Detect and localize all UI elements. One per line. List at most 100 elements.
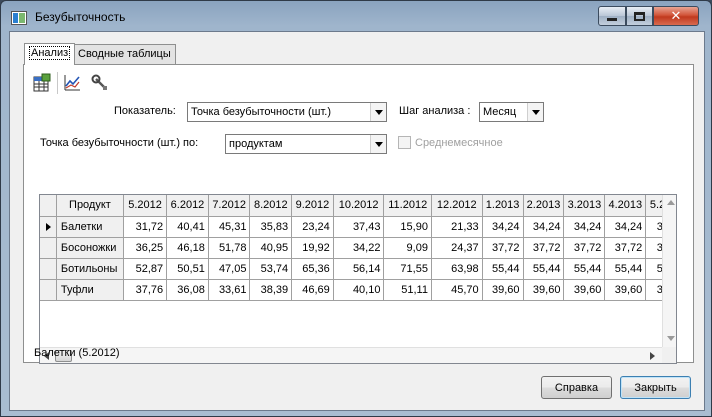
chevron-down-icon[interactable] [527, 103, 543, 121]
scroll-up-icon[interactable] [667, 200, 675, 205]
product-cell[interactable]: Туфли [56, 279, 125, 301]
help-button[interactable]: Справка [541, 376, 612, 399]
column-header[interactable]: 8.2012 [249, 195, 293, 217]
value-cell[interactable]: 39,60 [523, 279, 565, 301]
table-row[interactable]: Ботильоны 52,87 50,51 47,05 53,74 65,36 … [40, 258, 676, 280]
value-cell[interactable]: 37,72 [523, 237, 565, 259]
column-header[interactable]: 4.2013 [604, 195, 647, 217]
column-header[interactable]: 10.2012 [333, 195, 385, 217]
minimize-button[interactable] [598, 6, 626, 26]
value-cell[interactable]: 37,72 [604, 237, 647, 259]
column-header[interactable]: 6.2012 [166, 195, 209, 217]
product-cell[interactable]: Балетки [56, 216, 125, 238]
row-selector[interactable] [40, 216, 57, 238]
table-row[interactable]: Балетки 31,72 40,41 45,31 35,83 23,24 37… [40, 216, 676, 238]
value-cell[interactable]: 55,44 [604, 258, 647, 280]
value-cell[interactable]: 63,98 [431, 258, 483, 280]
column-header[interactable]: Продукт [56, 195, 125, 217]
value-cell[interactable]: 40,10 [333, 279, 385, 301]
value-cell[interactable]: 71,55 [383, 258, 432, 280]
step-select-value: Месяц [483, 106, 517, 118]
vertical-scrollbar[interactable] [662, 195, 676, 347]
close-button[interactable]: Закрыть [620, 376, 691, 399]
column-header[interactable]: 5.2012 [123, 195, 168, 217]
column-header[interactable]: 2.2013 [523, 195, 565, 217]
value-cell[interactable]: 37,72 [563, 237, 606, 259]
value-cell[interactable]: 53,74 [249, 258, 293, 280]
value-cell[interactable]: 56,14 [333, 258, 385, 280]
value-cell[interactable]: 39,60 [604, 279, 647, 301]
row-selector[interactable] [40, 237, 57, 259]
value-cell[interactable]: 34,24 [604, 216, 647, 238]
chevron-down-icon[interactable] [370, 135, 386, 153]
table-export-icon[interactable] [32, 73, 52, 93]
value-cell[interactable]: 50,51 [166, 258, 209, 280]
horizontal-scrollbar[interactable] [40, 347, 662, 363]
column-header[interactable]: 1.2013 [482, 195, 524, 217]
dialog-body: Анализ Сводные таблицы Показатель: Точка… [9, 31, 705, 411]
value-cell[interactable]: 34,24 [563, 216, 606, 238]
row-selector[interactable] [40, 279, 57, 301]
title-bar[interactable]: Безубыточность ✕ [1, 1, 711, 31]
table-row[interactable]: Босоножки 36,25 46,18 51,78 40,95 19,92 … [40, 237, 676, 259]
column-header[interactable]: 9.2012 [291, 195, 334, 217]
value-cell[interactable]: 40,41 [166, 216, 209, 238]
value-cell[interactable]: 19,92 [291, 237, 334, 259]
tab-analysis[interactable]: Анализ [24, 43, 76, 65]
value-cell[interactable]: 36,25 [123, 237, 168, 259]
value-cell[interactable]: 37,72 [482, 237, 524, 259]
value-cell[interactable]: 46,18 [166, 237, 209, 259]
monthly-average-checkbox[interactable] [398, 136, 411, 149]
value-cell[interactable]: 15,90 [383, 216, 432, 238]
settings-wrench-icon[interactable] [90, 73, 110, 93]
value-cell[interactable]: 55,44 [523, 258, 565, 280]
table-row[interactable]: Туфли 37,76 36,08 33,61 38,39 46,69 40,1… [40, 279, 676, 301]
indicator-select[interactable]: Точка безубыточности (шт.) [187, 102, 387, 122]
tab-pivot-tables[interactable]: Сводные таблицы [73, 44, 176, 64]
value-cell[interactable]: 23,24 [291, 216, 334, 238]
value-cell[interactable]: 34,24 [482, 216, 524, 238]
product-cell[interactable]: Босоножки [56, 237, 125, 259]
value-cell[interactable]: 39,60 [482, 279, 524, 301]
value-cell[interactable]: 38,39 [249, 279, 293, 301]
value-cell[interactable]: 55,44 [563, 258, 606, 280]
value-cell[interactable]: 37,43 [333, 216, 385, 238]
value-cell[interactable]: 40,95 [249, 237, 293, 259]
value-cell[interactable]: 31,72 [123, 216, 168, 238]
maximize-button[interactable] [626, 6, 653, 26]
column-header[interactable]: 7.2012 [208, 195, 251, 217]
value-cell[interactable]: 45,31 [208, 216, 251, 238]
value-cell[interactable]: 47,05 [208, 258, 251, 280]
column-header[interactable]: 11.2012 [383, 195, 432, 217]
value-cell[interactable]: 33,61 [208, 279, 251, 301]
breakdown-select[interactable]: продуктам [225, 134, 387, 154]
value-cell[interactable]: 46,69 [291, 279, 334, 301]
value-cell[interactable]: 52,87 [123, 258, 168, 280]
value-cell[interactable]: 51,11 [383, 279, 432, 301]
step-select[interactable]: Месяц [479, 102, 544, 122]
column-header[interactable]: 3.2013 [563, 195, 606, 217]
value-cell[interactable]: 35,83 [249, 216, 293, 238]
value-cell[interactable]: 9,09 [383, 237, 432, 259]
value-cell[interactable]: 55,44 [482, 258, 524, 280]
value-cell[interactable]: 24,37 [431, 237, 483, 259]
close-window-button[interactable]: ✕ [653, 6, 699, 26]
value-cell[interactable]: 45,70 [431, 279, 483, 301]
row-selector[interactable] [40, 258, 57, 280]
value-cell[interactable]: 36,08 [166, 279, 209, 301]
chart-icon[interactable] [62, 73, 82, 93]
value-cell[interactable]: 37,76 [123, 279, 168, 301]
indicator-select-value: Точка безубыточности (шт.) [191, 106, 331, 118]
product-cell[interactable]: Ботильоны [56, 258, 125, 280]
value-cell[interactable]: 65,36 [291, 258, 334, 280]
scroll-right-icon[interactable] [650, 352, 655, 360]
chevron-down-icon[interactable] [370, 103, 386, 121]
breakeven-grid[interactable]: Продукт 5.2012 6.2012 7.2012 8.2012 9.20… [39, 194, 677, 364]
value-cell[interactable]: 51,78 [208, 237, 251, 259]
column-header[interactable]: 12.2012 [431, 195, 483, 217]
value-cell[interactable]: 21,33 [431, 216, 483, 238]
value-cell[interactable]: 39,60 [563, 279, 606, 301]
scroll-down-icon[interactable] [667, 336, 675, 341]
value-cell[interactable]: 34,22 [333, 237, 385, 259]
value-cell[interactable]: 34,24 [523, 216, 565, 238]
